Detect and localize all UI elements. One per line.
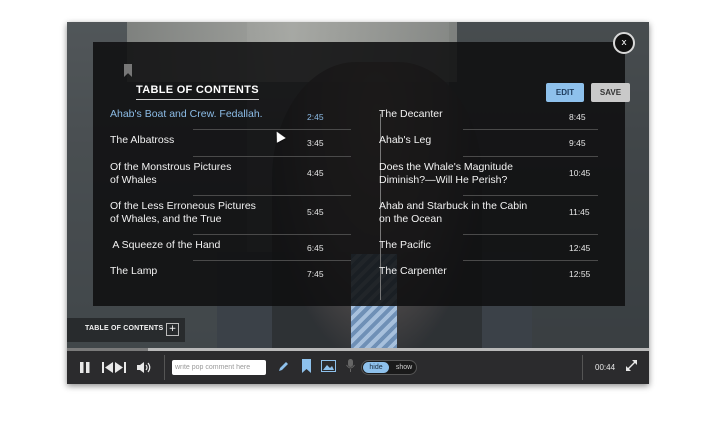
toc-entry-title: The Albatross (110, 134, 175, 146)
toggle-show-option[interactable]: show (392, 362, 416, 373)
toc-entry[interactable]: The Lamp (110, 265, 157, 278)
toc-title: TABLE OF CONTENTS (136, 84, 259, 100)
divider (164, 355, 165, 380)
edit-button[interactable]: EDIT (546, 83, 584, 102)
toc-entry[interactable]: Of the Less Erroneous Pictures of Whales,… (110, 200, 256, 226)
toc-entry-time: 5:45 (307, 207, 324, 217)
toc-entry[interactable]: A Squeeze of the Hand (110, 239, 220, 252)
toc-entry-title: on the Ocean (379, 213, 443, 225)
toc-entry-time: 7:45 (307, 269, 324, 279)
toc-row-separator (463, 234, 598, 235)
toc-row-separator (463, 195, 598, 196)
skip-previous-next-icon[interactable] (102, 361, 128, 374)
toc-entry-title: Diminish?—Will He Perish? (379, 174, 508, 186)
toc-entry-time: 12:45 (569, 243, 591, 253)
toc-entry[interactable]: Of the Monstrous Pictures of Whales (110, 161, 231, 187)
image-icon[interactable] (321, 360, 336, 372)
pause-icon[interactable] (79, 361, 91, 374)
toc-entry-title: A Squeeze of the Hand (110, 239, 221, 251)
control-bar: hide show 00:44 (67, 351, 649, 384)
divider (582, 355, 583, 380)
toc-entry-title: Of the Less Erroneous Pictures (110, 200, 256, 212)
toc-entry-title: Ahab and Starbuck in the Cabin (379, 200, 528, 212)
plus-icon[interactable]: + (166, 323, 179, 336)
toc-entry[interactable]: Does the Whale's Magnitude Diminish?—Will… (379, 161, 513, 187)
toc-entry-time: 3:45 (307, 138, 324, 148)
toc-panel: TABLE OF CONTENTS EDIT SAVE Ahab's Boat … (93, 42, 630, 306)
save-button[interactable]: SAVE (591, 83, 630, 102)
bookmark-icon (124, 64, 132, 77)
microphone-icon[interactable] (346, 359, 355, 373)
toc-entry-title: of Whales (110, 174, 157, 186)
toc-row-separator (193, 156, 351, 157)
pop-comment-input[interactable] (172, 360, 266, 375)
toc-entry-time: 9:45 (569, 138, 586, 148)
bookmark-icon[interactable] (302, 359, 311, 373)
toc-entry-title: The Pacific (379, 239, 431, 251)
toc-row-separator (463, 260, 598, 261)
toc-row-separator (193, 129, 351, 130)
toc-row-separator (193, 260, 351, 261)
toc-entry-time: 4:45 (307, 168, 324, 178)
toc-entry-title: Ahab's Boat and Crew. Fedallah. (110, 108, 263, 120)
mouse-cursor-icon (272, 129, 286, 143)
toc-entry[interactable]: Ahab's Boat and Crew. Fedallah. (110, 108, 263, 121)
toc-toggle-label: TABLE OF CONTENTS (85, 325, 164, 332)
close-button[interactable]: x (613, 32, 635, 54)
toc-entry[interactable]: The Decanter (379, 108, 443, 121)
toc-row-separator (463, 129, 598, 130)
toc-entry-time: 10:45 (569, 168, 591, 178)
toc-entry-title: Of the Monstrous Pictures (110, 161, 232, 173)
toc-entry-title: The Carpenter (379, 265, 447, 277)
toc-entry-time: 11:45 (569, 207, 590, 217)
timecode: 00:44 (595, 363, 616, 372)
toc-entry[interactable]: The Albatross (110, 134, 174, 147)
toggle-hide-option[interactable]: hide (363, 362, 389, 373)
toc-entry-title: of Whales, and the True (110, 213, 222, 225)
toc-entry-title: The Decanter (379, 108, 443, 120)
toc-entry-time: 8:45 (569, 112, 586, 122)
pencil-icon[interactable] (277, 360, 290, 373)
fullscreen-icon[interactable] (626, 360, 637, 371)
toc-entry-time: 2:45 (307, 112, 324, 122)
toc-entry-title: Does the Whale's Magnitude (379, 161, 513, 173)
toc-entry-title: Ahab's Leg (379, 134, 432, 146)
toc-toggle[interactable]: TABLE OF CONTENTS + (67, 318, 185, 342)
volume-icon[interactable] (137, 361, 152, 374)
toc-entry[interactable]: The Pacific (379, 239, 431, 252)
toc-entry-time: 12:55 (569, 269, 591, 279)
toc-row-separator (193, 195, 351, 196)
toc-entry-title: The Lamp (110, 265, 158, 277)
toc-entry[interactable]: The Carpenter (379, 265, 447, 278)
toc-entry[interactable]: Ahab's Leg (379, 134, 431, 147)
visibility-toggle[interactable]: hide show (361, 360, 417, 375)
toc-entry[interactable]: Ahab and Starbuck in the Cabin on the Oce… (379, 200, 527, 226)
toc-entry-time: 6:45 (307, 243, 324, 253)
video-player: TABLE OF CONTENTS EDIT SAVE Ahab's Boat … (67, 22, 649, 384)
toc-row-separator (463, 156, 598, 157)
toc-row-separator (193, 234, 351, 235)
